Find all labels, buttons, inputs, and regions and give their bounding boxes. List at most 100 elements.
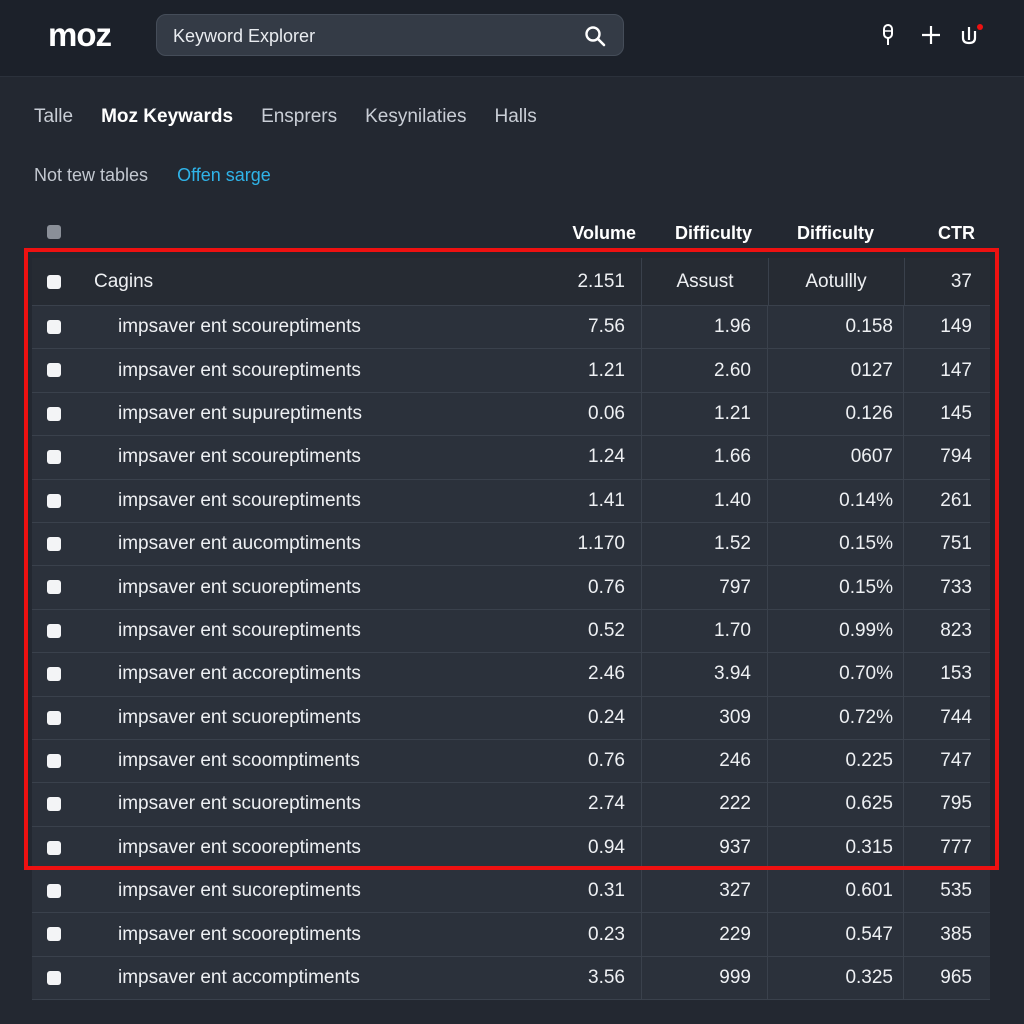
volume-cell: 1.24	[512, 436, 642, 479]
difficulty-2-cell: 0.625	[768, 783, 904, 826]
row-checkbox[interactable]	[47, 710, 61, 725]
keyword-cell: impsaver ent scuoreptiments	[118, 706, 361, 728]
volume-cell: 2.46	[512, 653, 642, 696]
ctr-cell: 794	[940, 446, 972, 468]
difficulty-cell: 1.96	[642, 306, 768, 349]
difficulty-2-cell: 0.225	[768, 739, 904, 783]
difficulty-cell: 1.21	[642, 392, 768, 436]
row-checkbox[interactable]	[47, 406, 61, 421]
group-keyword: Cagins	[94, 270, 154, 292]
notification-icon[interactable]	[958, 22, 984, 48]
row-checkbox[interactable]	[47, 753, 61, 768]
tab-halls[interactable]: Halls	[494, 106, 536, 134]
row-checkbox[interactable]	[47, 797, 61, 812]
ctr-cell: 153	[940, 663, 972, 685]
row-checkbox[interactable]	[47, 275, 61, 289]
ctr-cell: 733	[940, 576, 972, 598]
keyword-cell: impsaver ent accoreptiments	[118, 663, 361, 685]
ctr-cell: 747	[940, 750, 972, 772]
row-checkbox[interactable]	[47, 667, 61, 682]
table-row[interactable]: impsaver ent accoreptiments 2.46 3.94 0.70%…	[32, 653, 990, 697]
difficulty-2-cell: 0.315	[768, 826, 904, 870]
group-difficulty: Assust	[642, 258, 769, 305]
table-row[interactable]: impsaver ent scoomptiments 0.76 246 0.225 74…	[32, 739, 990, 784]
row-checkbox[interactable]	[47, 363, 61, 378]
table-row[interactable]: impsaver ent scuoreptiments 0.24 309 0.72% 7…	[32, 696, 990, 740]
difficulty-2-cell: 0.547	[768, 913, 904, 956]
row-checkbox[interactable]	[47, 320, 61, 334]
volume-cell: 1.41	[512, 479, 642, 522]
row-checkbox[interactable]	[47, 450, 61, 465]
column-header-volume[interactable]: Volume	[572, 223, 636, 244]
difficulty-cell: 937	[642, 826, 768, 870]
ctr-cell: 261	[940, 489, 972, 511]
row-checkbox[interactable]	[47, 493, 61, 508]
keyword-cell: impsaver ent scooreptiments	[118, 836, 361, 858]
table-row[interactable]: impsaver ent scoureptiments 1.41 1.40 0.14%…	[32, 479, 990, 523]
moz-logo[interactable]: moz	[48, 16, 112, 54]
select-all-checkbox[interactable]	[47, 225, 61, 239]
keyword-cell: impsaver ent scoureptiments	[118, 359, 361, 381]
keyword-cell: impsaver ent sucoreptiments	[118, 880, 361, 902]
row-checkbox[interactable]	[47, 970, 61, 985]
table-header: Volume Difficulty Difficulty CTR	[32, 216, 990, 250]
table-row[interactable]: impsaver ent scooreptiments 0.94 937 0.315 7…	[32, 826, 990, 871]
table-group-row[interactable]: Cagins 2.151 Assust Aotullly 37	[32, 258, 990, 306]
tab-ensprers[interactable]: Ensprers	[261, 106, 337, 134]
table-row[interactable]: impsaver ent accomptiments 3.56 999 0.325 96…	[32, 956, 990, 1001]
search-bar[interactable]	[156, 14, 624, 57]
tab-moz-keywards[interactable]: Moz Keywards	[101, 106, 233, 134]
table-row[interactable]: impsaver ent aucomptiments 1.170 1.52 0.15%…	[32, 522, 990, 567]
volume-cell: 2.74	[512, 783, 642, 826]
difficulty-2-cell: 0.15%	[768, 522, 904, 566]
ctr-cell: 385	[940, 923, 972, 945]
ctr-cell: 751	[940, 533, 972, 555]
ctr-cell: 744	[940, 706, 972, 728]
ctr-cell: 795	[940, 793, 972, 815]
ctr-cell: 535	[940, 880, 972, 902]
keyword-cell: impsaver ent scoureptiments	[118, 619, 361, 641]
table-row[interactable]: impsaver ent scoureptiments 7.56 1.96 0.158…	[32, 306, 990, 350]
keyword-cell: impsaver ent supureptiments	[118, 402, 362, 424]
table-row[interactable]: impsaver ent supureptiments 0.06 1.21 0.126…	[32, 392, 990, 437]
table-row[interactable]: impsaver ent scuoreptiments 0.76 797 0.15% 7…	[32, 566, 990, 610]
table-row[interactable]: impsaver ent scuoreptiments 2.74 222 0.625 7…	[32, 783, 990, 827]
row-checkbox[interactable]	[47, 884, 61, 899]
table-subheader: Not tew tables Offen sarge	[34, 165, 271, 186]
volume-cell: 3.56	[512, 956, 642, 1000]
difficulty-cell: 1.66	[642, 436, 768, 479]
row-checkbox[interactable]	[47, 580, 61, 595]
table-subheader-link[interactable]: Offen sarge	[177, 165, 271, 185]
row-checkbox[interactable]	[47, 840, 61, 855]
difficulty-2-cell: 0.601	[768, 870, 904, 913]
tab-kesynilaties[interactable]: Kesynilaties	[365, 106, 466, 134]
difficulty-cell: 246	[642, 739, 768, 783]
search-input[interactable]	[171, 15, 575, 57]
table-subheader-text: Not tew tables	[34, 165, 149, 185]
table-row[interactable]: impsaver ent sucoreptiments 0.31 327 0.601 5…	[32, 870, 990, 914]
keyword-cell: impsaver ent scuoreptiments	[118, 576, 361, 598]
ctr-cell: 147	[940, 359, 972, 381]
column-header-ctr[interactable]: CTR	[938, 223, 975, 244]
tab-talle[interactable]: Talle	[34, 106, 73, 134]
difficulty-2-cell: 0.14%	[768, 479, 904, 522]
row-checkbox[interactable]	[47, 927, 61, 942]
volume-cell: 0.76	[512, 566, 642, 609]
table-row[interactable]: impsaver ent scoureptiments 1.24 1.66 0607 7…	[32, 436, 990, 480]
plus-icon[interactable]	[918, 22, 944, 48]
table-row[interactable]: impsaver ent scoureptiments 0.52 1.70 0.99%…	[32, 609, 990, 654]
search-icon[interactable]	[583, 24, 607, 48]
ctr-cell: 823	[940, 619, 972, 641]
volume-cell: 0.52	[512, 609, 642, 653]
row-checkbox[interactable]	[47, 536, 61, 551]
column-header-difficulty-2[interactable]: Difficulty	[797, 223, 874, 244]
keyword-table: Cagins 2.151 Assust Aotullly 37 impsaver…	[32, 258, 990, 1001]
microphone-icon[interactable]	[875, 22, 901, 48]
table-row[interactable]: impsaver ent scoureptiments 1.21 2.60 0127 1…	[32, 349, 990, 393]
keyword-cell: impsaver ent scooreptiments	[118, 923, 361, 945]
keyword-cell: impsaver ent scoureptiments	[118, 446, 361, 468]
keyword-cell: impsaver ent aucomptiments	[118, 533, 361, 555]
column-header-difficulty[interactable]: Difficulty	[675, 223, 752, 244]
row-checkbox[interactable]	[47, 623, 61, 638]
table-row[interactable]: impsaver ent scooreptiments 0.23 229 0.547 3…	[32, 913, 990, 957]
